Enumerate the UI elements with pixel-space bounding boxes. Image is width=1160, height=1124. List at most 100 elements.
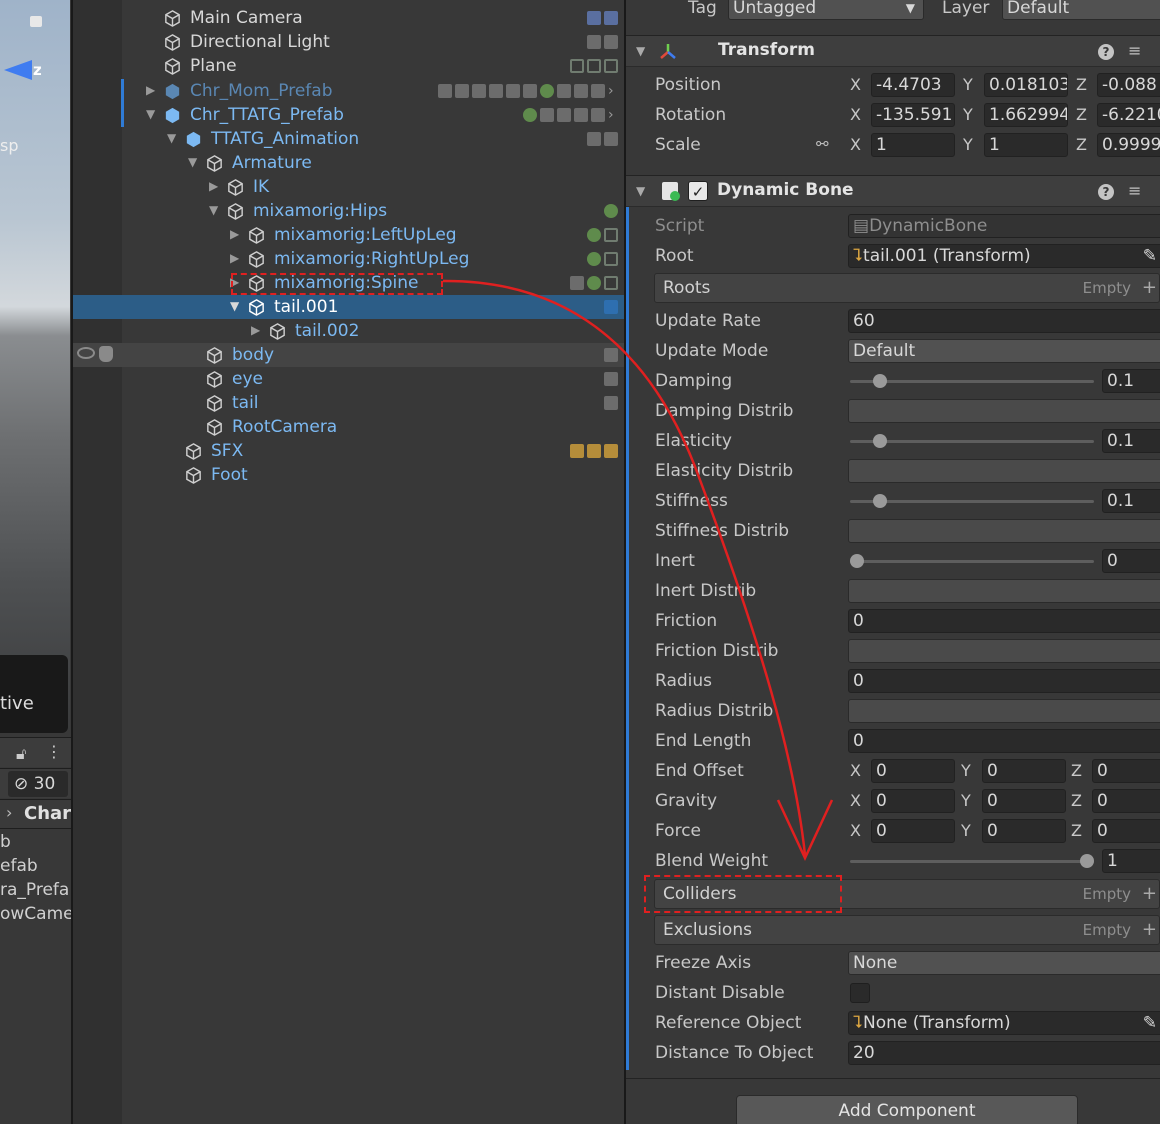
expand-arrow-icon[interactable]: ▶ bbox=[230, 251, 242, 265]
end-offset-x-field[interactable]: 0 bbox=[871, 759, 955, 783]
friction-field[interactable]: 0 bbox=[848, 609, 1160, 633]
axis-z-label[interactable]: Z bbox=[1071, 819, 1082, 843]
expand-arrow-icon[interactable]: ▶ bbox=[230, 227, 242, 241]
blend-weight-slider-track[interactable] bbox=[850, 860, 1094, 863]
radius-distrib-curve[interactable] bbox=[848, 699, 1160, 723]
root-object-field[interactable]: ⮧tail.001 (Transform) ✎ bbox=[848, 244, 1160, 268]
collapse-arrow-icon[interactable]: ▼ bbox=[188, 155, 200, 169]
list-item[interactable]: owCame bbox=[0, 904, 72, 928]
axis-y-label[interactable]: Y bbox=[963, 73, 973, 97]
scale-x-field[interactable]: 1 bbox=[871, 133, 955, 157]
reference-object-field[interactable]: ⮧None (Transform) ✎ bbox=[848, 1011, 1160, 1035]
force-y-field[interactable]: 0 bbox=[982, 819, 1066, 843]
update-rate-field[interactable]: 60 bbox=[848, 309, 1160, 333]
axis-x-label[interactable]: X bbox=[850, 819, 861, 843]
axis-z-label[interactable]: Z bbox=[1076, 133, 1087, 157]
axis-x-label[interactable]: X bbox=[850, 789, 861, 813]
stiffness-slider-handle[interactable] bbox=[873, 494, 887, 508]
kebab-menu-icon[interactable]: ⋮ bbox=[46, 742, 62, 761]
friction-distrib-curve[interactable] bbox=[848, 639, 1160, 663]
dynamic-bone-header[interactable]: ▼ ✓ Dynamic Bone ? ≡ bbox=[626, 175, 1160, 207]
update-mode-dropdown[interactable]: Default bbox=[848, 339, 1160, 363]
gravity-z-field[interactable]: 0 bbox=[1092, 789, 1160, 813]
expand-arrow-icon[interactable]: ▶ bbox=[146, 83, 158, 97]
breadcrumb-label[interactable]: Char bbox=[24, 803, 71, 824]
axis-x-label[interactable]: X bbox=[850, 103, 861, 127]
hierarchy-row-mixamorig-leftupleg[interactable]: ▶ mixamorig:LeftUpLeg bbox=[73, 223, 624, 247]
hierarchy-row-chr-mom-prefab[interactable]: ▶ Chr_Mom_Prefab › bbox=[73, 79, 624, 103]
component-enabled-checkbox[interactable]: ✓ bbox=[688, 181, 708, 201]
transform-header[interactable]: ▼ Transform ? ≡ bbox=[626, 35, 1160, 67]
hierarchy-row-body[interactable]: body bbox=[73, 343, 624, 367]
chevron-right-icon[interactable]: › bbox=[6, 803, 12, 822]
elasticity-distrib-curve[interactable] bbox=[848, 459, 1160, 483]
inert-slider-handle[interactable] bbox=[850, 554, 864, 568]
position-x-field[interactable]: -4.4703 bbox=[871, 73, 955, 97]
fold-arrow-icon[interactable]: ▼ bbox=[636, 184, 645, 198]
gravity-x-field[interactable]: 0 bbox=[871, 789, 955, 813]
distant-disable-checkbox[interactable] bbox=[850, 983, 870, 1003]
hierarchy-row-ttatg-animation[interactable]: ▼ TTATG_Animation bbox=[73, 127, 624, 151]
end-offset-y-field[interactable]: 0 bbox=[982, 759, 1066, 783]
distance-to-object-field[interactable]: 20 bbox=[848, 1041, 1160, 1065]
layer-dropdown[interactable]: Default bbox=[1002, 0, 1160, 20]
hidden-count-badge[interactable]: ⊘ 30 bbox=[8, 771, 68, 797]
help-icon[interactable]: ? bbox=[1098, 44, 1114, 60]
hierarchy-row-main-camera[interactable]: Main Camera bbox=[73, 6, 624, 30]
collapse-arrow-icon[interactable]: ▼ bbox=[146, 107, 158, 121]
list-item[interactable]: efab bbox=[0, 856, 72, 880]
expand-arrow-icon[interactable]: ▶ bbox=[251, 323, 263, 337]
hierarchy-row-armature[interactable]: ▼ Armature bbox=[73, 151, 624, 175]
hierarchy-row-eye[interactable]: eye bbox=[73, 367, 624, 391]
hierarchy-row-ik[interactable]: ▶ IK bbox=[73, 175, 624, 199]
hierarchy-row-tail[interactable]: tail bbox=[73, 391, 624, 415]
radius-field[interactable]: 0 bbox=[848, 669, 1160, 693]
stiffness-distrib-curve[interactable] bbox=[848, 519, 1160, 543]
collapse-arrow-icon[interactable]: ▼ bbox=[209, 203, 221, 217]
elasticity-slider-handle[interactable] bbox=[873, 434, 887, 448]
hierarchy-row-directional-light[interactable]: Directional Light bbox=[73, 30, 624, 54]
tag-dropdown[interactable]: Untagged ▼ bbox=[728, 0, 924, 20]
force-z-field[interactable]: 0 bbox=[1092, 819, 1160, 843]
exclusions-list-header[interactable]: Exclusions Empty + bbox=[654, 915, 1160, 945]
help-icon[interactable]: ? bbox=[1098, 184, 1114, 200]
axis-z-label[interactable]: Z bbox=[1076, 73, 1087, 97]
add-item-icon[interactable]: + bbox=[1142, 274, 1157, 302]
end-offset-z-field[interactable]: 0 bbox=[1092, 759, 1160, 783]
hierarchy-row-rootcamera[interactable]: RootCamera bbox=[73, 415, 624, 439]
chevron-right-icon[interactable]: › bbox=[608, 108, 618, 122]
rotation-z-field[interactable]: -6.2210 bbox=[1097, 103, 1160, 127]
link-icon[interactable]: ⚯ bbox=[816, 135, 829, 153]
list-item[interactable]: ra_Prefa bbox=[0, 880, 72, 904]
force-x-field[interactable]: 0 bbox=[871, 819, 955, 843]
rotation-x-field[interactable]: -135.591 bbox=[871, 103, 955, 127]
hierarchy-row-foot[interactable]: Foot bbox=[73, 463, 624, 487]
axis-x-label[interactable]: X bbox=[850, 73, 861, 97]
hierarchy-row-tail-002[interactable]: ▶ tail.002 bbox=[73, 319, 624, 343]
axis-y-label[interactable]: Y bbox=[961, 789, 971, 813]
axis-y-label[interactable]: Y bbox=[961, 759, 971, 783]
axis-y-label[interactable]: Y bbox=[963, 103, 973, 127]
hierarchy-row-mixamorig-hips[interactable]: ▼ mixamorig:Hips bbox=[73, 199, 624, 223]
gravity-y-field[interactable]: 0 bbox=[982, 789, 1066, 813]
picker-icon[interactable]: ✎ bbox=[1143, 1012, 1157, 1034]
axis-y-label[interactable]: Y bbox=[963, 133, 973, 157]
collapse-arrow-icon[interactable]: ▼ bbox=[167, 131, 179, 145]
scale-z-field[interactable]: 0.9999 bbox=[1097, 133, 1160, 157]
rotation-y-field[interactable]: 1.662994 bbox=[984, 103, 1068, 127]
add-item-icon[interactable]: + bbox=[1142, 916, 1157, 944]
damping-slider-handle[interactable] bbox=[873, 374, 887, 388]
axis-x-label[interactable]: X bbox=[850, 759, 861, 783]
axis-y-label[interactable]: Y bbox=[961, 819, 971, 843]
collapse-arrow-icon[interactable]: ▼ bbox=[230, 299, 242, 313]
settings-icon[interactable]: ≡ bbox=[1128, 41, 1141, 60]
z-axis-gizmo-icon[interactable] bbox=[4, 60, 32, 80]
expand-arrow-icon[interactable]: ▶ bbox=[209, 179, 221, 193]
picker-icon[interactable]: ✎ bbox=[1143, 245, 1157, 267]
stiffness-field[interactable]: 0.1 bbox=[1102, 489, 1160, 513]
inert-distrib-curve[interactable] bbox=[848, 579, 1160, 603]
settings-icon[interactable]: ≡ bbox=[1128, 181, 1141, 200]
lock-icon[interactable] bbox=[30, 16, 42, 27]
chevron-right-icon[interactable]: › bbox=[608, 84, 618, 98]
inert-slider-track[interactable] bbox=[850, 560, 1094, 563]
